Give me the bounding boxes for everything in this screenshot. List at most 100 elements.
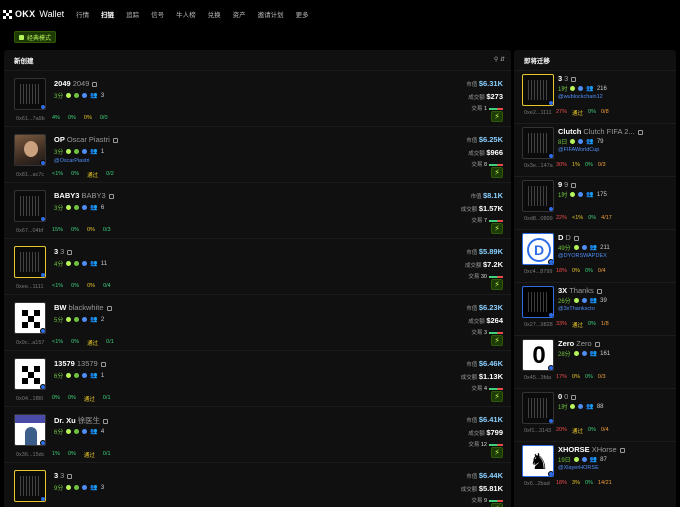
token-name: Dr. Xu 徐医生 [54,415,109,426]
token-meta: 19日 👥 87 [558,456,607,465]
token-avatar [14,302,46,334]
copy-icon[interactable] [571,76,577,82]
market-stats: 市值 $6.23K 成交额 $264 交易 3 [466,303,503,336]
snipe-icon [573,245,579,250]
copy-icon[interactable] [103,418,109,424]
token-row[interactable]: 33 4分 👥 11 0xee...1111 <1% 0% 0% 0/4 市值 $5.8… [4,238,511,294]
token-row[interactable]: 13579 13579 6分 👥 1 0x04...1f80 0% 0% 通过 0/1 市… [4,350,511,406]
token-name: 33 [54,247,73,256]
contract-address[interactable]: 0x9c...a157 [16,340,44,346]
holders-icon: 👥 [586,86,594,92]
dev-icon [74,485,80,490]
token-avatar [522,286,554,318]
nav-link-scan[interactable]: 扫链 [101,9,114,19]
classic-mode-label: 经典模式 [27,35,52,42]
contract-address[interactable]: 0x67...04bf [16,228,43,234]
contract-address[interactable]: 0xc4...8799 [524,269,552,275]
classic-mode-button[interactable]: 经典模式 [14,31,57,43]
token-stats: 27% 通过 0% 0/8 [556,109,609,117]
filter-icon[interactable]: ⚲ ⇵ [494,56,505,63]
copy-icon[interactable] [112,137,118,143]
quick-buy-button[interactable]: ⚡ [491,335,503,346]
quick-buy-button[interactable]: ⚡ [491,111,503,122]
token-name: 99 [558,180,577,189]
twitter-handle[interactable]: @wublockchain12 [558,94,603,100]
token-row[interactable]: 00 1时 👥 88 0xf1...3143 20% 通过 0% 0/4 [514,388,676,441]
contract-address[interactable]: 0x61...7a9b [16,116,45,122]
copy-icon[interactable] [67,249,73,255]
contract-address[interactable]: 0xf1...3143 [524,428,551,434]
copy-icon[interactable] [619,447,625,453]
contract-address[interactable]: 0x81...ac7c [16,172,44,178]
nav-link-leaderboard[interactable]: 牛人榜 [176,9,196,19]
contract-address[interactable]: 0x6...2bad [524,481,550,487]
holders-icon: 👥 [586,192,594,198]
token-row[interactable]: 33 9分 👥3 0x8d...1111 <1%0%通过0/4 市值 $6.44… [4,462,511,507]
quick-buy-button[interactable]: ⚡ [491,503,503,507]
contract-address[interactable]: 0x04...1f80 [16,396,43,402]
token-row[interactable]: 0 Zero Zero 28分 👥 161 0x45...3fda 17% 0% 0% 0… [514,335,676,388]
quick-buy-button[interactable]: ⚡ [491,279,503,290]
token-row[interactable]: BW blackwhite 5分 👥 2 0x9c...a157 <1% 0% 通过 0/… [4,294,511,350]
snipe-icon [573,298,579,303]
copy-icon[interactable] [67,473,73,479]
nav-link-assets[interactable]: 资产 [233,9,246,19]
twitter-handle[interactable]: @OscarPiastri [54,158,90,164]
copy-icon[interactable] [571,182,577,188]
twitter-handle[interactable]: @3xThankscto [558,306,595,312]
token-row[interactable]: ♞ XHORSE XHorse 19日 👥 87 @XlayerHORSE 0x6.… [514,441,676,494]
contract-address[interactable]: 0x3e...147a [524,163,553,169]
contract-address[interactable]: 0x27...9828 [524,322,553,328]
token-row[interactable]: Clutch Clutch FIFA 2... 8日 👥 79 @FIFAWorld… [514,123,676,176]
token-name: OP Oscar Piastri [54,135,118,144]
quick-buy-button[interactable]: ⚡ [491,447,503,458]
token-row[interactable]: D DD 49分 👥 211 @DYORSWAPDEX 0xc4...8799 1… [514,229,676,282]
quick-buy-button[interactable]: ⚡ [491,223,503,234]
twitter-handle[interactable]: @XlayerHORSE [558,465,599,471]
copy-icon[interactable] [596,288,602,294]
nav-link-track[interactable]: 追踪 [126,9,139,19]
nav-link-market[interactable]: 行情 [76,9,89,19]
token-row[interactable]: 2049 2049 3分 👥 3 0x61...7a9b 4% 0% 0% 0/0 市值 … [4,70,511,126]
token-row[interactable]: 99 1时 👥 175 0xd8...0899 22% <1% 0% 4/17 [514,176,676,229]
quick-buy-button[interactable]: ⚡ [491,167,503,178]
okx-logo[interactable]: OKX Wallet [3,9,64,19]
copy-icon[interactable] [92,81,98,87]
copy-icon[interactable] [637,129,643,135]
token-name: DD [558,233,579,242]
token-row[interactable]: BABY3 BABY3 3分 👥 6 0x67...04bf 15% 0% 0% 0/3 … [4,182,511,238]
quick-buy-button[interactable]: ⚡ [491,391,503,402]
token-row[interactable]: Dr. Xu 徐医生 6分 👥 4 0x36...15dc 1% 0% 通过 0/1 市值… [4,406,511,462]
token-row[interactable]: 33 1时 👥 216 @wublockchain12 0xe2...1111 2… [514,70,676,123]
nav-link-invite[interactable]: 邀请计划 [258,9,284,19]
snipe-icon [570,404,576,409]
token-meta: 8日 👥 79 [558,138,604,147]
copy-icon[interactable] [571,394,577,400]
token-row[interactable]: 3X Thanks 26分 👥 39 @3xThankscto 0x27...982… [514,282,676,335]
token-avatar: D [522,233,554,265]
nav-link-signal[interactable]: 信号 [151,9,164,19]
copy-icon[interactable] [100,361,106,367]
token-meta: 1时 👥 88 [558,403,604,412]
token-meta: 5分 👥 2 [54,316,105,325]
contract-address[interactable]: 0x45...3fda [524,375,551,381]
contract-address[interactable]: 0x36...15dc [16,452,44,458]
holders-icon: 👥 [589,298,598,304]
copy-icon[interactable] [106,305,112,311]
twitter-handle[interactable]: @FIFAWorldCup [558,147,599,153]
link-icon [578,192,584,197]
copy-icon[interactable] [108,193,114,199]
contract-address[interactable]: 0xee...1111 [16,284,44,290]
dev-icon [74,205,80,210]
buy-sell-ratio-bar [489,387,503,390]
contract-address[interactable]: 0xd8...0899 [524,216,553,222]
x-logo-icon [22,366,40,384]
link-icon [581,457,587,462]
twitter-handle[interactable]: @DYORSWAPDEX [558,253,607,259]
nav-link-more[interactable]: 更多 [296,9,309,19]
copy-icon[interactable] [573,235,579,241]
nav-link-swap[interactable]: 兑换 [208,9,221,19]
copy-icon[interactable] [594,341,600,347]
token-row[interactable]: OP Oscar Piastri 3分 👥 1 @OscarPiastri 0x81… [4,126,511,182]
contract-address[interactable]: 0xe2...1111 [524,110,552,116]
